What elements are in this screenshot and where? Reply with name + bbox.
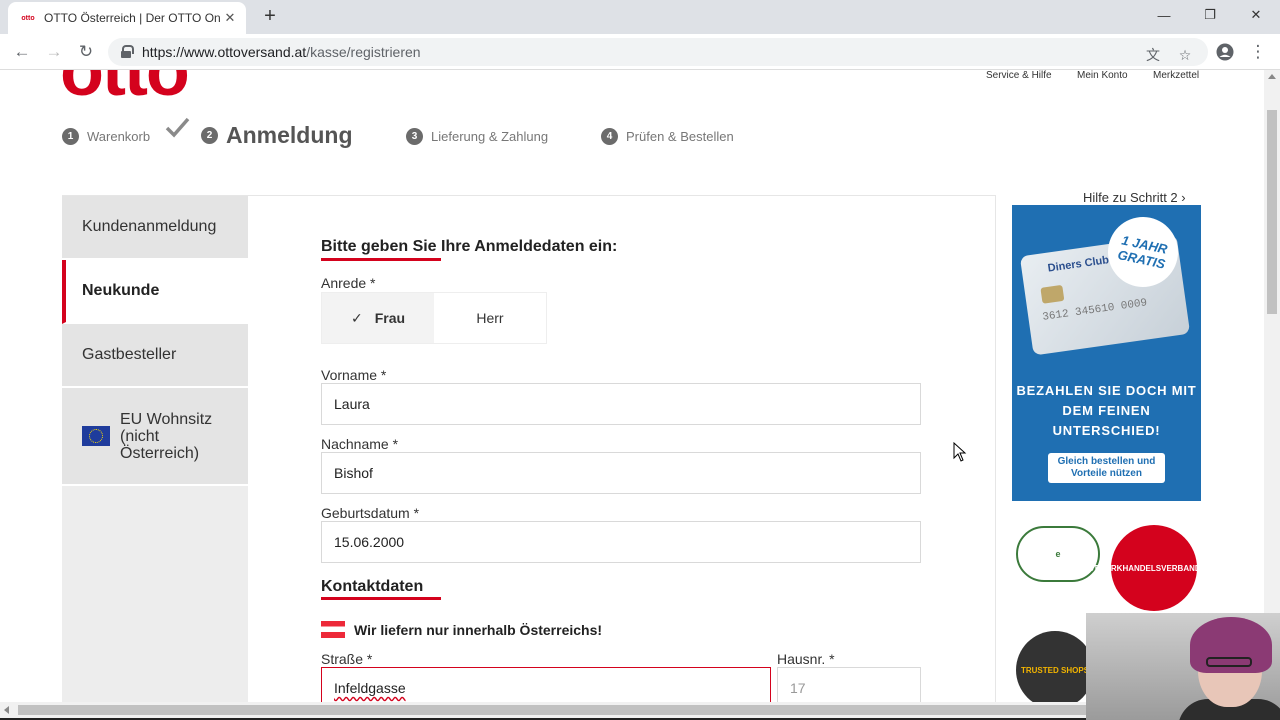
step-warenkorb[interactable]: 1 Warenkorb xyxy=(62,128,150,145)
account-link[interactable]: Mein Konto xyxy=(1077,70,1128,81)
salutation-label: Anrede * xyxy=(321,275,376,291)
firstname-input[interactable]: Laura xyxy=(321,383,921,425)
card-chip-icon xyxy=(1040,284,1065,304)
salutation-herr-option[interactable]: Herr xyxy=(434,293,546,343)
lastname-input[interactable]: Bishof xyxy=(321,452,921,494)
otto-favicon-icon: otto xyxy=(21,14,35,22)
otto-logo[interactable]: otto xyxy=(60,70,190,112)
sidebar-item-gastbesteller[interactable]: Gastbesteller xyxy=(62,324,248,388)
step-lieferung: 3 Lieferung & Zahlung xyxy=(406,128,548,145)
help-step-link[interactable]: Hilfe zu Schritt 2 › xyxy=(1083,190,1186,205)
austria-flag-icon xyxy=(321,621,345,638)
sidebar-item-neukunde[interactable]: Neukunde xyxy=(62,260,248,324)
eu-flag-icon xyxy=(82,426,110,446)
back-icon[interactable]: ← xyxy=(9,39,35,65)
translate-icon[interactable]: 文 xyxy=(1144,46,1162,64)
horizontal-scroll-thumb[interactable] xyxy=(18,705,1246,715)
ecommerce-seal-icon[interactable]: e xyxy=(1016,526,1100,582)
sidebar-item-eu-wohnsitz[interactable]: EU Wohnsitz (nicht Österreich) xyxy=(62,388,248,486)
new-tab-button[interactable]: + xyxy=(258,4,282,28)
url-text[interactable]: https://www.ottoversand.at/kasse/registr… xyxy=(142,44,421,60)
menu-dots-icon[interactable]: ⋮ xyxy=(1245,39,1271,65)
chevron-right-icon: › xyxy=(1181,190,1186,205)
vertical-scrollbar[interactable] xyxy=(1264,70,1280,702)
close-tab-icon[interactable]: ✕ xyxy=(222,10,238,26)
contact-underline xyxy=(321,597,441,600)
promo-headline: BEZAHLEN SIE DOCH MIT DEM FEINEN UNTERSC… xyxy=(1016,383,1197,438)
mouse-cursor-icon xyxy=(953,442,967,462)
sidebar-item-kundenanmeldung[interactable]: Kundenanmeldung xyxy=(62,196,248,260)
trustmark-seal[interactable]: TRUSTMARK HANDELSVERBAND AUSTRIA xyxy=(1072,525,1236,611)
firstname-label: Vorname * xyxy=(321,367,387,383)
diners-promo-banner[interactable]: Diners Club 3612 345610 0009 1 JAHR GRAT… xyxy=(1012,205,1201,501)
wishlist-link[interactable]: Merkzettel xyxy=(1153,70,1199,81)
reload-icon[interactable]: ↻ xyxy=(73,39,99,65)
housenumber-input[interactable]: 17 xyxy=(777,667,921,702)
salutation-frau-option[interactable]: ✓ Frau xyxy=(322,293,434,343)
scroll-up-icon[interactable] xyxy=(1268,74,1276,79)
promo-cta-button[interactable]: Gleich bestellen und Vorteile nützen xyxy=(1048,453,1165,483)
delivery-note: Wir liefern nur innerhalb Österreichs! xyxy=(354,622,603,638)
birthdate-input[interactable]: 15.06.2000 xyxy=(321,521,921,563)
forward-icon[interactable]: → xyxy=(41,39,67,65)
login-sidebar: Kundenanmeldung Neukunde Gastbesteller E… xyxy=(62,196,248,702)
step-pruefen: 4 Prüfen & Bestellen xyxy=(601,128,734,145)
trusted-shops-seal[interactable]: TRUSTED SHOPS xyxy=(1016,631,1094,702)
vertical-scroll-thumb[interactable] xyxy=(1267,110,1277,314)
address-bar[interactable]: https://www.ottoversand.at/kasse/registr… xyxy=(108,38,1208,66)
form-title: Bitte geben Sie Ihre Anmeldedaten ein: xyxy=(321,238,618,255)
check-icon: ✓ xyxy=(350,309,363,326)
minimize-icon[interactable]: — xyxy=(1141,0,1187,30)
close-window-icon[interactable]: ✕ xyxy=(1233,0,1279,30)
browser-toolbar: ← → ↻ https://www.ottoversand.at/kasse/r… xyxy=(0,34,1280,70)
tab-title: OTTO Österreich | Der OTTO Onli xyxy=(44,11,220,25)
service-link[interactable]: Service & Hilfe xyxy=(986,70,1052,81)
birthdate-label: Geburtsdatum * xyxy=(321,505,420,521)
street-label: Straße * xyxy=(321,651,373,667)
housenumber-label: Hausnr. * xyxy=(777,651,835,667)
contact-title: Kontaktdaten xyxy=(321,578,424,595)
profile-icon[interactable] xyxy=(1212,39,1238,65)
street-input[interactable]: Infeldgasse xyxy=(321,667,771,702)
step-anmeldung: 2 Anmeldung xyxy=(201,122,353,149)
browser-tab[interactable]: otto OTTO Österreich | Der OTTO Onli ✕ xyxy=(8,2,246,34)
lock-icon[interactable] xyxy=(120,45,134,59)
horizontal-scrollbar[interactable] xyxy=(0,702,1264,718)
salutation-radio-group: ✓ Frau Herr xyxy=(321,292,547,344)
title-underline xyxy=(321,258,441,261)
restore-icon[interactable]: ❐ xyxy=(1187,0,1233,30)
browser-tab-bar: otto OTTO Österreich | Der OTTO Onli ✕ +… xyxy=(0,0,1280,34)
webcam-overlay xyxy=(1086,613,1280,720)
scroll-left-icon[interactable] xyxy=(4,706,9,714)
lastname-label: Nachname * xyxy=(321,436,399,452)
page-viewport: otto Service & Hilfe Mein Konto Merkzett… xyxy=(0,70,1264,702)
bookmark-star-icon[interactable]: ☆ xyxy=(1176,46,1194,64)
checkmark-icon xyxy=(165,117,190,138)
